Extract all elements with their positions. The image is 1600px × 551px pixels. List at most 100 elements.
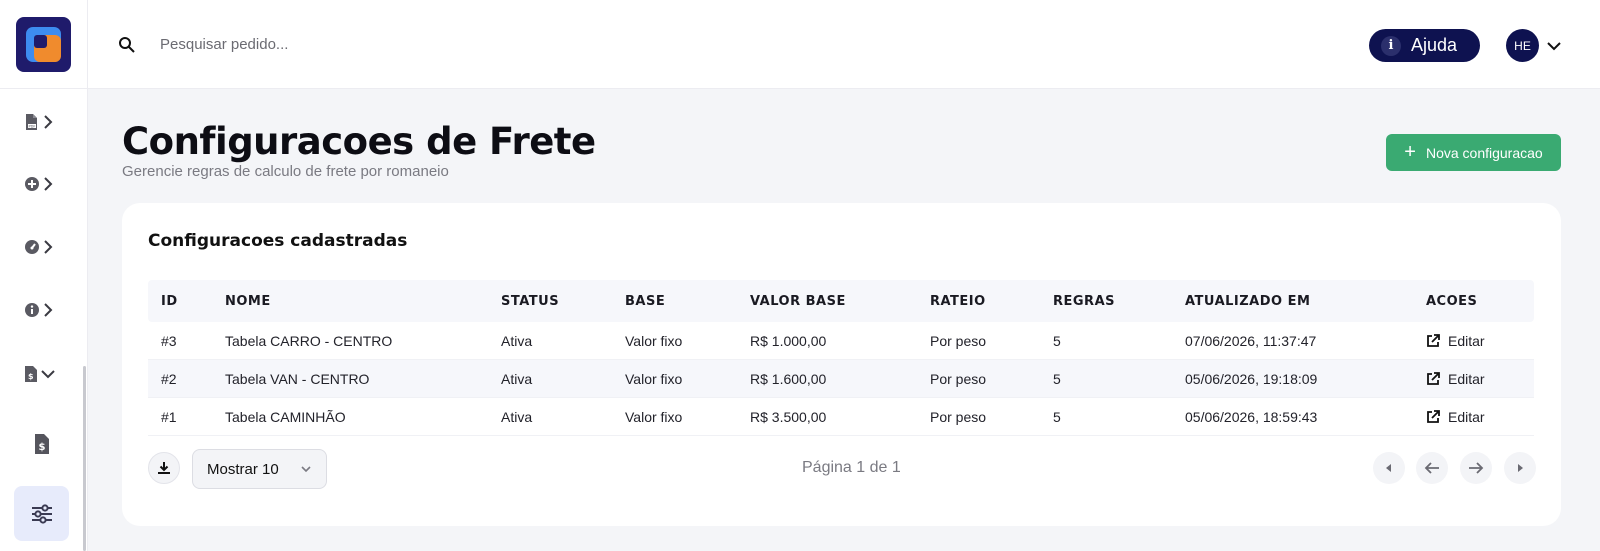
cell-nome: Tabela CARRO - CENTRO xyxy=(225,332,393,349)
cell-id: #2 xyxy=(161,370,177,387)
page-title: Configuracoes de Frete xyxy=(122,120,596,163)
cell-base: Valor fixo xyxy=(625,370,683,387)
app-logo[interactable] xyxy=(16,17,71,72)
help-button-label: Ajuda xyxy=(1411,35,1458,55)
sidebar-item-add[interactable] xyxy=(24,167,64,201)
cell-atualizado-em: 07/06/2026, 11:37:47 xyxy=(1185,332,1317,349)
sidebar-item-info[interactable] xyxy=(24,293,64,327)
cell-rateio: Por peso xyxy=(930,408,987,425)
last-page-button[interactable] xyxy=(1504,452,1536,484)
external-link-icon xyxy=(1427,409,1440,423)
top-header: i Ajuda HE xyxy=(88,0,1600,89)
edit-link[interactable]: Editar xyxy=(1426,409,1485,425)
next-page-button[interactable] xyxy=(1460,452,1492,484)
plus-circle-icon xyxy=(25,177,39,191)
card-title: Configuracoes cadastradas xyxy=(148,231,408,251)
edit-link[interactable]: Editar xyxy=(1426,333,1485,349)
column-header-base: BASE xyxy=(625,293,666,309)
chevron-down-icon xyxy=(41,370,55,379)
user-avatar[interactable]: HE xyxy=(1506,29,1539,62)
column-header-nome: NOME xyxy=(225,293,271,309)
edit-link[interactable]: Editar xyxy=(1426,371,1485,387)
svg-text:PDF: PDF xyxy=(29,124,36,128)
cell-regras: 5 xyxy=(1053,332,1061,349)
info-icon: i xyxy=(1381,35,1401,56)
search-input[interactable] xyxy=(160,30,560,58)
column-header-id: ID xyxy=(161,293,178,309)
cell-status: Ativa xyxy=(501,408,533,425)
search-icon xyxy=(119,37,135,53)
cell-nome: Tabela CAMINHÃO xyxy=(225,408,346,425)
column-header-acoes: ACOES xyxy=(1426,293,1478,309)
cell-rateio: Por peso xyxy=(930,332,987,349)
cell-valor-base: R$ 1.000,00 xyxy=(750,332,827,349)
cell-rateio: Por peso xyxy=(930,370,987,387)
cell-regras: 5 xyxy=(1053,408,1061,425)
column-header-valor-base: VALOR BASE xyxy=(750,293,846,309)
cell-status: Ativa xyxy=(501,332,533,349)
sidebar-item-invoices[interactable]: $ xyxy=(24,357,64,391)
column-header-regras: REGRAS xyxy=(1053,293,1115,309)
logo-shape-notch xyxy=(34,35,47,48)
sidebar-item-freight-settings[interactable] xyxy=(14,486,69,541)
help-button[interactable]: i Ajuda xyxy=(1369,29,1480,62)
new-configuration-button[interactable]: + Nova configuracao xyxy=(1386,134,1561,171)
cell-nome: Tabela VAN - CENTRO xyxy=(225,370,370,387)
table-row: #3 Tabela CARRO - CENTRO Ativa Valor fix… xyxy=(148,322,1534,360)
chevron-right-icon xyxy=(44,240,53,254)
arrow-left-icon xyxy=(1424,462,1439,474)
table-row: #1 Tabela CAMINHÃO Ativa Valor fixo R$ 3… xyxy=(148,398,1534,436)
cell-base: Valor fixo xyxy=(625,408,683,425)
sidebar-scrollbar[interactable] xyxy=(83,366,86,551)
download-icon xyxy=(158,462,170,474)
chevron-down-icon xyxy=(301,466,311,473)
cell-valor-base: R$ 3.500,00 xyxy=(750,408,827,425)
previous-page-button[interactable] xyxy=(1416,452,1448,484)
sidebar-item-dashboard[interactable] xyxy=(24,230,64,264)
sidebar: PDF $ $ xyxy=(0,0,88,551)
plus-icon: + xyxy=(1404,140,1416,163)
cell-id: #3 xyxy=(161,332,177,349)
svg-text:$: $ xyxy=(39,442,46,453)
external-link-icon xyxy=(1427,371,1440,385)
dollar-file-icon: $ xyxy=(35,434,49,454)
svg-text:$: $ xyxy=(28,372,34,381)
pagination-info: Página 1 de 1 xyxy=(802,459,901,476)
cell-base: Valor fixo xyxy=(625,332,683,349)
column-header-rateio: RATEIO xyxy=(930,293,986,309)
cell-regras: 5 xyxy=(1053,370,1061,387)
page-size-label: Mostrar 10 xyxy=(207,460,279,478)
caret-left-icon xyxy=(1386,464,1391,472)
edit-label: Editar xyxy=(1448,408,1485,425)
download-button[interactable] xyxy=(148,452,180,484)
caret-right-icon xyxy=(1518,464,1523,472)
chevron-right-icon xyxy=(44,303,53,317)
table-header: ID NOME STATUS BASE VALOR BASE RATEIO RE… xyxy=(148,280,1534,322)
sliders-icon xyxy=(31,503,52,524)
first-page-button[interactable] xyxy=(1373,452,1405,484)
new-configuration-label: Nova configuracao xyxy=(1425,144,1543,161)
sidebar-divider xyxy=(0,88,88,89)
configurations-card: Configuracoes cadastradas ID NOME STATUS… xyxy=(122,203,1561,526)
edit-label: Editar xyxy=(1448,370,1485,387)
cell-atualizado-em: 05/06/2026, 18:59:43 xyxy=(1185,408,1318,425)
pdf-file-icon: PDF xyxy=(26,114,37,130)
chevron-right-icon xyxy=(44,115,53,129)
edit-label: Editar xyxy=(1448,332,1485,349)
cell-status: Ativa xyxy=(501,370,533,387)
external-link-icon xyxy=(1427,333,1440,347)
page-size-select[interactable]: Mostrar 10 xyxy=(192,449,327,489)
gauge-icon xyxy=(25,240,39,254)
chevron-down-icon[interactable] xyxy=(1546,38,1562,54)
page-subtitle: Gerencie regras de calculo de frete por … xyxy=(122,163,449,180)
cell-valor-base: R$ 1.600,00 xyxy=(750,370,827,387)
cell-atualizado-em: 05/06/2026, 19:18:09 xyxy=(1185,370,1318,387)
chevron-right-icon xyxy=(44,177,53,191)
cell-id: #1 xyxy=(161,408,177,425)
dollar-file-icon: $ xyxy=(25,366,37,382)
arrow-right-icon xyxy=(1469,462,1484,474)
sidebar-item-billing[interactable]: $ xyxy=(30,430,54,458)
column-header-status: STATUS xyxy=(501,293,560,309)
sidebar-item-pdf-documents[interactable]: PDF xyxy=(24,105,64,139)
configurations-table: ID NOME STATUS BASE VALOR BASE RATEIO RE… xyxy=(148,280,1534,436)
